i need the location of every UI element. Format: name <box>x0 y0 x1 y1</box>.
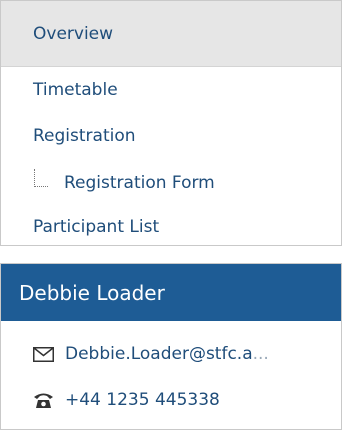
nav-item-label: Timetable <box>33 80 118 100</box>
nav-item-timetable[interactable]: Timetable <box>1 70 341 110</box>
envelope-icon <box>32 344 54 364</box>
email-visible-text: Debbie.Loader@stfc.a <box>65 344 253 364</box>
nav-item-participant-list[interactable]: Participant List <box>1 208 341 246</box>
nav-item-registration-form[interactable]: Registration Form <box>1 163 341 203</box>
contact-card: Debbie Loader Debbie.Loader@stfc.a... +4… <box>0 263 342 430</box>
nav-item-label: Participant List <box>33 217 160 237</box>
nav-item-label: Registration <box>33 126 136 146</box>
email-overflow-ellipsis: ... <box>252 344 269 364</box>
contact-email-row[interactable]: Debbie.Loader@stfc.a... <box>1 334 341 374</box>
nav-item-label: Registration Form <box>64 173 215 193</box>
telephone-icon <box>32 390 54 410</box>
nav-item-label: Overview <box>33 23 114 44</box>
nav-item-overview[interactable]: Overview <box>1 1 341 67</box>
event-navigation-menu: Overview Timetable Registration Registra… <box>0 0 342 246</box>
contact-email-link[interactable]: Debbie.Loader@stfc.a... <box>65 344 269 364</box>
contact-phone: +44 1235 445338 <box>65 390 220 410</box>
nav-item-registration[interactable]: Registration <box>1 116 341 156</box>
contact-phone-row: +44 1235 445338 <box>1 380 341 420</box>
contact-name: Debbie Loader <box>19 280 165 305</box>
contact-name-header: Debbie Loader <box>1 264 341 321</box>
